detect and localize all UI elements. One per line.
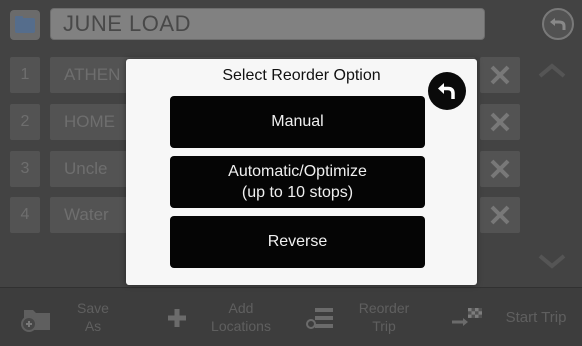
- automatic-option-label-line1: Automatic/Optimize: [228, 163, 367, 180]
- automatic-optimize-option-button[interactable]: Automatic/Optimize (up to 10 stops): [170, 156, 425, 208]
- manual-option-label: Manual: [271, 113, 324, 130]
- trip-edit-screen: JUNE LOAD 1 ATHEN 2 HOME 3 Uncle 4 Water…: [0, 0, 582, 346]
- reorder-option-dialog: Select Reorder Option Manual Automatic/O…: [126, 59, 477, 285]
- manual-option-button[interactable]: Manual: [170, 96, 425, 148]
- back-arrow-icon: [438, 83, 455, 99]
- reverse-option-label: Reverse: [267, 233, 328, 250]
- automatic-option-label-line2: (up to 10 stops): [241, 184, 354, 201]
- dialog-back-button[interactable]: [428, 72, 466, 110]
- dialog-title: Select Reorder Option: [222, 67, 381, 84]
- reverse-option-button[interactable]: Reverse: [170, 216, 425, 268]
